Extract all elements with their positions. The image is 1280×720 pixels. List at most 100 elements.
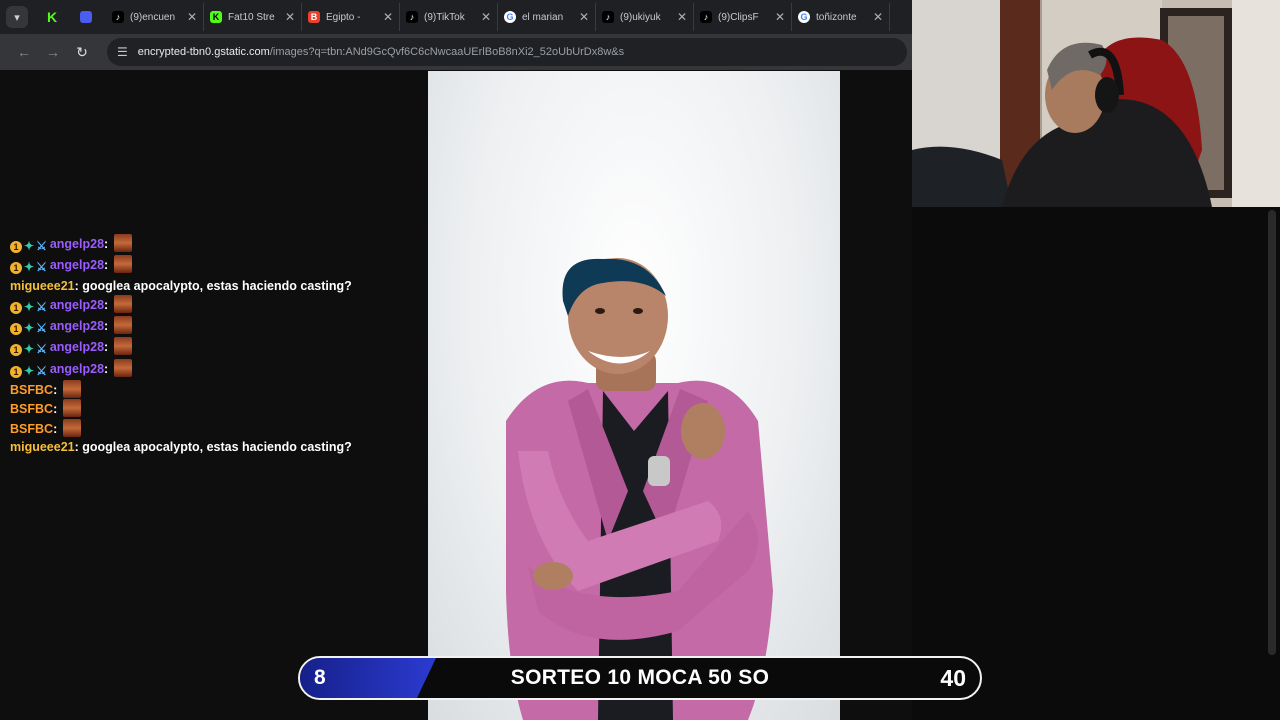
chat-message: 1 ✦ ⚔ angelp28: bbox=[10, 337, 370, 358]
tab-title: (9)ClipsF bbox=[718, 11, 759, 23]
chat-username[interactable]: BSFBC bbox=[10, 383, 53, 397]
chat-username[interactable]: migueee21 bbox=[10, 440, 75, 454]
chat-username[interactable]: angelp28 bbox=[50, 362, 104, 376]
sub-badge-icon: 1 bbox=[10, 241, 22, 253]
chat-username[interactable]: angelp28 bbox=[50, 258, 104, 272]
chat-separator: : bbox=[53, 421, 61, 436]
back-button[interactable]: ← bbox=[10, 38, 38, 66]
browser-tab[interactable]: ♪ (9)encuen ✕ bbox=[106, 3, 204, 31]
browser-tab[interactable]: K Fat10 Stre ✕ bbox=[204, 3, 302, 31]
tab-title: (9)ukiyuk bbox=[620, 11, 661, 23]
banner-title: SORTEO 10 MOCA 50 SO bbox=[510, 666, 770, 689]
tiktok-icon: ♪ bbox=[406, 11, 418, 23]
pinned-tab-app[interactable] bbox=[72, 3, 100, 31]
tiktok-icon: ♪ bbox=[112, 11, 124, 23]
gem-badge-icon: ✦ bbox=[24, 239, 35, 253]
address-bar[interactable]: ☰ encrypted-tbn0.gstatic.com/images?q=tb… bbox=[107, 38, 907, 66]
gem-badge-icon: ✦ bbox=[24, 260, 35, 275]
url-path: /images?q=tbn:ANd9GcQvf6C6cNwcaaUErlBoB8… bbox=[269, 46, 625, 58]
close-icon[interactable]: ✕ bbox=[383, 10, 393, 24]
banner-right-count: 40 bbox=[940, 665, 966, 691]
sword-badge-icon: ⚔ bbox=[36, 299, 47, 314]
sub-badge-icon: 1 bbox=[10, 262, 22, 275]
sub-badge-icon: 1 bbox=[10, 344, 22, 357]
tab-search-button[interactable]: ▾ bbox=[6, 6, 28, 28]
chat-message: BSFBC: bbox=[10, 399, 370, 418]
pinned-tab-kick[interactable]: K bbox=[38, 3, 66, 31]
tab-title: toñizonte bbox=[816, 11, 857, 23]
chat-separator: : bbox=[104, 258, 112, 273]
reload-icon: ↻ bbox=[76, 43, 88, 60]
chat-message: 1 ✦ ⚔ angelp28: bbox=[10, 255, 370, 276]
blogger-icon: B bbox=[308, 11, 320, 23]
close-icon[interactable]: ✕ bbox=[677, 10, 687, 24]
chat-username[interactable]: BSFBC bbox=[10, 402, 53, 416]
sword-badge-icon: ⚔ bbox=[36, 239, 47, 253]
browser-toolbar: ← → ↻ ☰ encrypted-tbn0.gstatic.com/image… bbox=[0, 34, 912, 70]
close-icon[interactable]: ✕ bbox=[481, 10, 491, 24]
arrow-left-icon: ← bbox=[17, 44, 31, 60]
emote-icon bbox=[113, 234, 132, 252]
chat-message: BSFBC: bbox=[10, 418, 370, 438]
chat-username[interactable]: BSFBC bbox=[10, 422, 53, 436]
browser-tab[interactable]: ♪ (9)TikTok ✕ bbox=[400, 3, 498, 31]
emote-icon bbox=[113, 358, 132, 377]
gem-badge-icon: ✦ bbox=[24, 363, 35, 378]
browser-tab[interactable]: ♪ (9)ClipsF ✕ bbox=[694, 3, 792, 31]
app-icon bbox=[80, 11, 92, 23]
chat-username[interactable]: angelp28 bbox=[50, 319, 104, 333]
sword-badge-icon: ⚔ bbox=[36, 260, 47, 275]
emote-icon bbox=[62, 399, 81, 418]
close-icon[interactable]: ✕ bbox=[579, 10, 589, 24]
chat-separator: : bbox=[53, 402, 61, 417]
close-icon[interactable]: ✕ bbox=[873, 10, 883, 24]
url-host: encrypted-tbn0.gstatic.com bbox=[137, 46, 270, 58]
chat-message: migueee21: googlea apocalypto, estas hac… bbox=[10, 438, 370, 456]
kick-icon: K bbox=[210, 11, 222, 23]
chat-separator: : bbox=[104, 237, 112, 251]
chat-message: migueee21: googlea apocalypto, estas hac… bbox=[10, 277, 370, 295]
streamer-webcam bbox=[912, 0, 1280, 207]
browser-tab[interactable]: B Egipto - ✕ bbox=[302, 3, 400, 31]
chat-username[interactable]: migueee21 bbox=[10, 279, 75, 293]
site-info-icon[interactable]: ☰ bbox=[117, 45, 128, 59]
gem-badge-icon: ✦ bbox=[24, 342, 35, 357]
tab-title: el marian bbox=[522, 11, 564, 23]
close-icon[interactable]: ✕ bbox=[187, 10, 197, 24]
chat-message: BSFBC: bbox=[10, 380, 370, 399]
chat-separator: : bbox=[104, 340, 112, 355]
chat-text: googlea apocalypto, estas haciendo casti… bbox=[82, 439, 352, 454]
emote-icon bbox=[62, 418, 81, 437]
chat-separator: : bbox=[104, 297, 112, 312]
tab-strip: ▾ K ♪ (9)encuen ✕ K Fat10 Stre ✕ B Egipto - ✕ ♪ (9… bbox=[0, 0, 912, 34]
forward-button[interactable]: → bbox=[39, 38, 67, 66]
page-scrollbar[interactable] bbox=[1268, 210, 1276, 655]
close-icon[interactable]: ✕ bbox=[775, 10, 785, 24]
tab-title: (9)encuen bbox=[130, 11, 176, 23]
sword-badge-icon: ⚔ bbox=[36, 321, 47, 336]
browser-tab[interactable]: Gel marian ✕ bbox=[498, 3, 596, 31]
emote-icon bbox=[113, 316, 132, 335]
reload-button[interactable]: ↻ bbox=[68, 38, 96, 66]
displayed-image bbox=[428, 71, 840, 720]
emote-icon bbox=[113, 294, 132, 313]
browser-tab[interactable]: ♪ (9)ukiyuk ✕ bbox=[596, 3, 694, 31]
browser-tab[interactable]: Gtoñizonte ✕ bbox=[792, 3, 890, 31]
chat-username[interactable]: angelp28 bbox=[50, 340, 104, 354]
sub-badge-icon: 1 bbox=[10, 323, 22, 336]
google-icon: G bbox=[798, 11, 810, 23]
kick-icon: K bbox=[46, 9, 58, 25]
sword-badge-icon: ⚔ bbox=[36, 342, 47, 357]
emote-icon bbox=[62, 380, 81, 399]
tiktok-icon: ♪ bbox=[700, 11, 712, 23]
chat-message: 1 ✦ ⚔ angelp28: bbox=[10, 358, 370, 380]
chat-separator: : bbox=[53, 383, 61, 398]
emote-icon bbox=[113, 255, 132, 274]
chat-username[interactable]: angelp28 bbox=[50, 237, 104, 251]
webcam-overlay bbox=[912, 0, 1280, 207]
close-icon[interactable]: ✕ bbox=[285, 10, 295, 24]
chat-separator: : bbox=[104, 361, 112, 376]
chat-username[interactable]: angelp28 bbox=[50, 298, 104, 312]
tab-title: (9)TikTok bbox=[424, 11, 465, 23]
tiktok-icon: ♪ bbox=[602, 11, 614, 23]
